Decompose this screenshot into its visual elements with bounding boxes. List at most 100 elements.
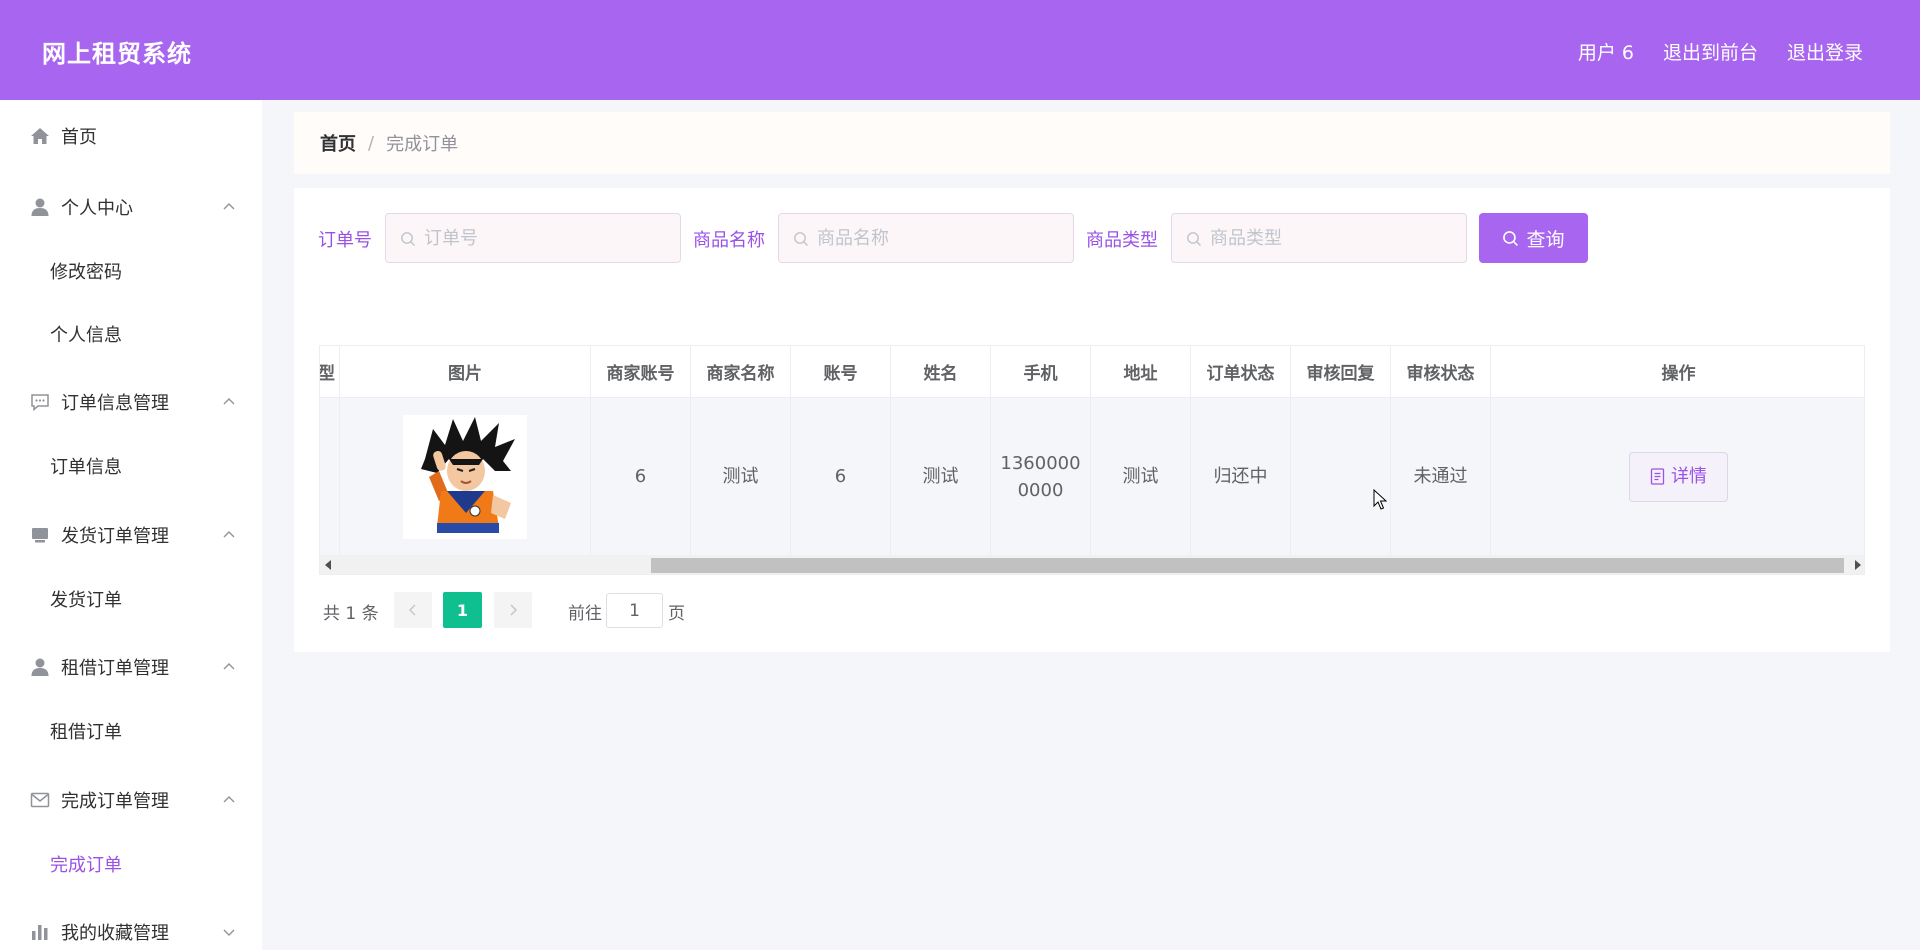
- sidebar-item-personal-center[interactable]: 个人中心: [0, 177, 262, 237]
- product-name-input[interactable]: [817, 214, 1067, 262]
- cell-review-status: 未通过: [1391, 398, 1491, 555]
- col-address-header: 地址: [1091, 346, 1191, 397]
- scrollbar-thumb[interactable]: [651, 558, 1844, 573]
- sidebar-item-home[interactable]: 首页: [0, 106, 262, 166]
- sidebar-item-label: 首页: [61, 127, 97, 148]
- logout-link[interactable]: 退出登录: [1787, 38, 1863, 65]
- detail-button-label: 详情: [1671, 466, 1707, 487]
- product-name-field: [778, 213, 1074, 263]
- search-icon: [1187, 232, 1201, 246]
- table-header: 型 图片 商家账号 商家名称 账号 姓名 手机 地址 订单状态 审核回复 审核状…: [320, 346, 1864, 398]
- col-review-reply-header: 审核回复: [1291, 346, 1391, 397]
- product-type-input[interactable]: [1210, 214, 1460, 262]
- sidebar-subitem-order-info[interactable]: 订单信息: [0, 438, 262, 494]
- col-name-header: 姓名: [891, 346, 991, 397]
- breadcrumb: 首页 / 完成订单: [294, 112, 1890, 174]
- sidebar-item-label: 订单信息管理: [61, 393, 169, 414]
- scroll-right-icon[interactable]: [1855, 560, 1861, 570]
- cell-address: 测试: [1091, 398, 1191, 555]
- cell-phone: 13600000000: [991, 398, 1091, 555]
- sidebar-item-label: 我的收藏管理: [61, 923, 169, 944]
- mouse-cursor-icon: [1373, 489, 1387, 510]
- sidebar-item-label: 发货订单管理: [61, 526, 169, 547]
- cell-image: [340, 398, 591, 555]
- col-merchant-account-header: 商家账号: [591, 346, 691, 397]
- sidebar-subitem-change-password[interactable]: 修改密码: [0, 243, 262, 299]
- chevron-right-icon: [510, 604, 517, 616]
- product-image: [403, 414, 527, 539]
- sidebar-subitem-completed-orders[interactable]: 完成订单: [0, 836, 262, 892]
- goto-page-input[interactable]: [606, 593, 663, 628]
- order-no-field: [385, 213, 681, 263]
- goto-suffix: 页: [668, 604, 685, 624]
- cell-order-status: 归还中: [1191, 398, 1291, 555]
- page-number-active[interactable]: 1: [443, 592, 482, 628]
- chevron-up-icon: [223, 663, 235, 670]
- sidebar-item-order-info-management[interactable]: 订单信息管理: [0, 372, 262, 432]
- document-icon: [1650, 468, 1665, 485]
- search-icon: [794, 232, 808, 246]
- sidebar-item-shipping-order-management[interactable]: 发货订单管理: [0, 505, 262, 565]
- next-page-button[interactable]: [494, 592, 532, 628]
- table-row: 6 测试 6 测试 13600000000 测试 归还中 未通过 详情: [320, 398, 1864, 555]
- orders-table: 型 图片 商家账号 商家名称 账号 姓名 手机 地址 订单状态 审核回复 审核状…: [319, 345, 1865, 575]
- top-header: 网上租贸系统 用户 6 退出到前台 退出登录: [0, 0, 1920, 100]
- chart-icon: [29, 921, 51, 943]
- query-button[interactable]: 查询: [1479, 213, 1588, 263]
- scroll-left-icon[interactable]: [325, 560, 331, 570]
- search-icon: [401, 232, 415, 246]
- chevron-up-icon: [223, 398, 235, 405]
- col-partial-header: 型: [320, 346, 340, 397]
- horizontal-scrollbar[interactable]: [320, 555, 1864, 574]
- order-no-label: 订单号: [318, 230, 372, 251]
- query-button-label: 查询: [1526, 228, 1565, 251]
- user-icon: [29, 196, 51, 218]
- cell-review-reply: [1291, 398, 1391, 555]
- col-account-header: 账号: [791, 346, 891, 397]
- col-order-status-header: 订单状态: [1191, 346, 1291, 397]
- product-name-label: 商品名称: [693, 230, 765, 251]
- goto-prefix: 前往: [568, 604, 602, 624]
- cell-actions: 详情: [1491, 398, 1864, 555]
- chevron-down-icon: [223, 929, 235, 936]
- sidebar-item-rental-order-management[interactable]: 租借订单管理: [0, 637, 262, 697]
- prev-page-button[interactable]: [394, 592, 432, 628]
- current-user-link[interactable]: 用户 6: [1578, 38, 1634, 65]
- chevron-up-icon: [223, 531, 235, 538]
- sidebar-item-label: 个人中心: [61, 198, 133, 219]
- col-phone-header: 手机: [991, 346, 1091, 397]
- chevron-left-icon: [409, 604, 416, 616]
- sidebar-subitem-shipping-orders[interactable]: 发货订单: [0, 571, 262, 627]
- sidebar-subitem-personal-info[interactable]: 个人信息: [0, 306, 262, 362]
- product-type-field: [1171, 213, 1467, 263]
- header-links: 用户 6 退出到前台 退出登录: [1578, 38, 1863, 65]
- cell-merchant-name: 测试: [691, 398, 791, 555]
- chevron-up-icon: [223, 796, 235, 803]
- exit-to-front-link[interactable]: 退出到前台: [1663, 38, 1758, 65]
- order-no-input[interactable]: [424, 214, 674, 262]
- sidebar-item-label: 完成订单管理: [61, 791, 169, 812]
- detail-button[interactable]: 详情: [1629, 451, 1728, 502]
- col-review-status-header: 审核状态: [1391, 346, 1491, 397]
- sidebar-item-favorites-management[interactable]: 我的收藏管理: [0, 902, 262, 950]
- col-image-header: 图片: [340, 346, 591, 397]
- pagination-total: 共 1 条: [323, 604, 379, 624]
- mail-icon: [29, 789, 51, 811]
- user-icon: [29, 656, 51, 678]
- sidebar-item-completed-order-management[interactable]: 完成订单管理: [0, 770, 262, 830]
- breadcrumb-home[interactable]: 首页: [320, 130, 356, 156]
- app-title: 网上租贸系统: [42, 40, 192, 68]
- inbox-icon: [29, 524, 51, 546]
- cell-partial: [320, 398, 340, 555]
- cell-merchant-account: 6: [591, 398, 691, 555]
- home-icon: [29, 125, 51, 147]
- col-actions-header: 操作: [1661, 364, 1696, 384]
- breadcrumb-current: 完成订单: [386, 134, 459, 155]
- product-type-label: 商品类型: [1086, 230, 1158, 251]
- sidebar-subitem-rental-orders[interactable]: 租借订单: [0, 703, 262, 759]
- cell-name: 测试: [891, 398, 991, 555]
- chat-icon: [29, 391, 51, 413]
- cell-phone-text: 13600000000: [1000, 452, 1081, 501]
- breadcrumb-separator: /: [368, 132, 375, 154]
- cell-account: 6: [791, 398, 891, 555]
